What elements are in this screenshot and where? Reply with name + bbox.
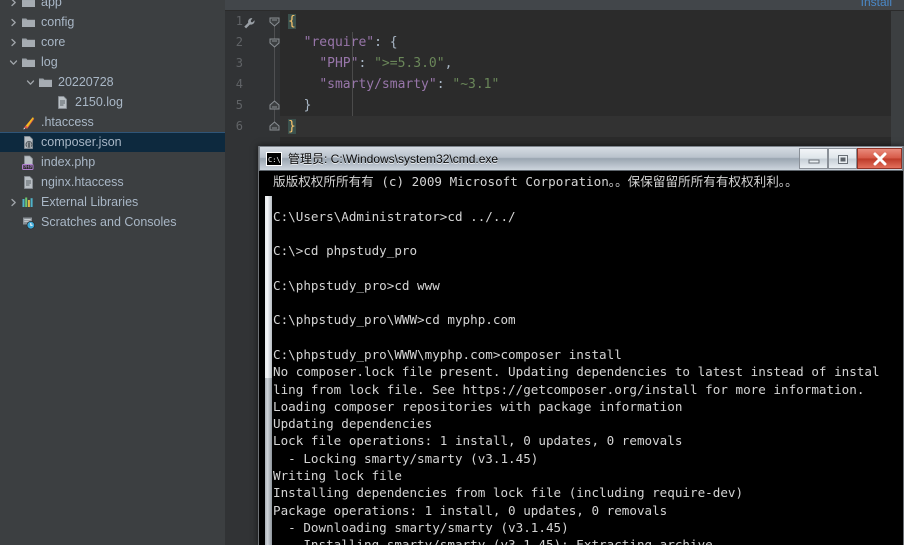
tree-item-2150-log[interactable]: 2150.log [0, 92, 225, 112]
tree-item-index-php[interactable]: PHP index.php [0, 152, 225, 172]
scratches-icon [20, 215, 37, 230]
htaccess-icon [20, 115, 37, 130]
tree-item-label: index.php [41, 155, 96, 169]
tree-item-app[interactable]: app [0, 0, 225, 12]
tree-item-composer-json[interactable]: {} composer.json [0, 132, 225, 152]
project-tree-panel: app config core log 20220728 2150.log .htacces… [0, 0, 225, 545]
cmd-app-icon: C:\ [266, 151, 282, 167]
tree-item-external-libraries[interactable]: External Libraries [0, 192, 225, 212]
tree-item-label: composer.json [41, 135, 122, 149]
php-file-icon: PHP [20, 155, 37, 170]
tree-item-config[interactable]: config [0, 12, 225, 32]
tree-item-label: log [41, 55, 58, 69]
tree-item-label: 2150.log [75, 95, 123, 109]
svg-text:PHP: PHP [23, 164, 32, 169]
minimize-button[interactable] [799, 148, 828, 169]
code-line[interactable]: { [280, 11, 904, 32]
tree-item-core[interactable]: core [0, 32, 225, 52]
folder-icon [20, 55, 37, 70]
close-button[interactable] [857, 148, 902, 169]
screen: app config core log 20220728 2150.log .htacces… [0, 0, 904, 545]
maximize-button[interactable] [828, 148, 857, 169]
code-line[interactable]: } [280, 116, 904, 137]
tree-item-label: 20220728 [58, 75, 114, 89]
code-line[interactable]: "smarty/smarty": "~3.1" [280, 74, 904, 95]
fold-marker-line2[interactable] [269, 37, 280, 48]
fold-marker-line1[interactable] [269, 16, 280, 27]
tree-item-label: config [41, 15, 75, 29]
tree-item-label: core [41, 35, 66, 49]
tree-item-label: nginx.htaccess [41, 175, 124, 189]
svg-text:C:\: C:\ [268, 156, 281, 164]
tree-item-20220728[interactable]: 20220728 [0, 72, 225, 92]
libraries-icon [20, 195, 37, 210]
text-file-icon [20, 175, 37, 190]
project-tree: app config core log 20220728 2150.log .htacces… [0, 0, 225, 232]
wrench-icon[interactable] [243, 15, 256, 34]
log-file-icon [54, 95, 71, 110]
tree-item-log[interactable]: log [0, 52, 225, 72]
cmd-output-text: 版版权权所所有有 (c) 2009 Microsoft Corporation。… [273, 174, 880, 545]
notification-bar: Install [225, 0, 904, 11]
chevron-right-icon[interactable] [6, 38, 20, 47]
tree-item--htaccess[interactable]: .htaccess [0, 112, 225, 132]
code-line[interactable]: "PHP": ">=5.3.0", [280, 53, 904, 74]
tree-item-label: Scratches and Consoles [41, 215, 177, 229]
chevron-down-icon[interactable] [6, 58, 20, 67]
cmd-window-controls [799, 147, 902, 170]
folder-icon [37, 75, 54, 90]
folder-icon [20, 15, 37, 30]
install-link[interactable]: Install [861, 0, 892, 9]
chevron-down-icon[interactable] [23, 78, 37, 87]
cmd-titlebar[interactable]: C:\ 管理员: C:\Windows\system32\cmd.exe [259, 146, 903, 171]
fold-marker-line5[interactable] [269, 100, 280, 111]
cmd-output-area[interactable]: 版版权权所所有有 (c) 2009 Microsoft Corporation。… [259, 171, 903, 545]
cmd-left-border-highlight [265, 196, 272, 378]
chevron-right-icon[interactable] [6, 0, 20, 7]
svg-text:{}: {} [26, 142, 32, 148]
cmd-window[interactable]: C:\ 管理员: C:\Windows\system32\cmd.exe 版版权… [258, 146, 904, 545]
tree-item-label: External Libraries [41, 195, 139, 209]
code-line[interactable]: "require": { [280, 32, 904, 53]
chevron-right-icon[interactable] [6, 198, 20, 207]
cmd-title-text: 管理员: C:\Windows\system32\cmd.exe [288, 152, 499, 166]
folder-icon [20, 0, 37, 10]
tree-item-nginx-htaccess[interactable]: nginx.htaccess [0, 172, 225, 192]
fold-marker-line6[interactable] [269, 121, 280, 132]
chevron-right-icon[interactable] [6, 18, 20, 27]
folder-icon [20, 35, 37, 50]
tree-item-scratches-and-consoles[interactable]: Scratches and Consoles [0, 212, 225, 232]
tree-item-label: app [41, 0, 62, 9]
composer-icon: {} [20, 135, 37, 150]
indent-guide [352, 32, 353, 116]
tree-item-label: .htaccess [41, 115, 94, 129]
code-line[interactable]: } [280, 95, 904, 116]
